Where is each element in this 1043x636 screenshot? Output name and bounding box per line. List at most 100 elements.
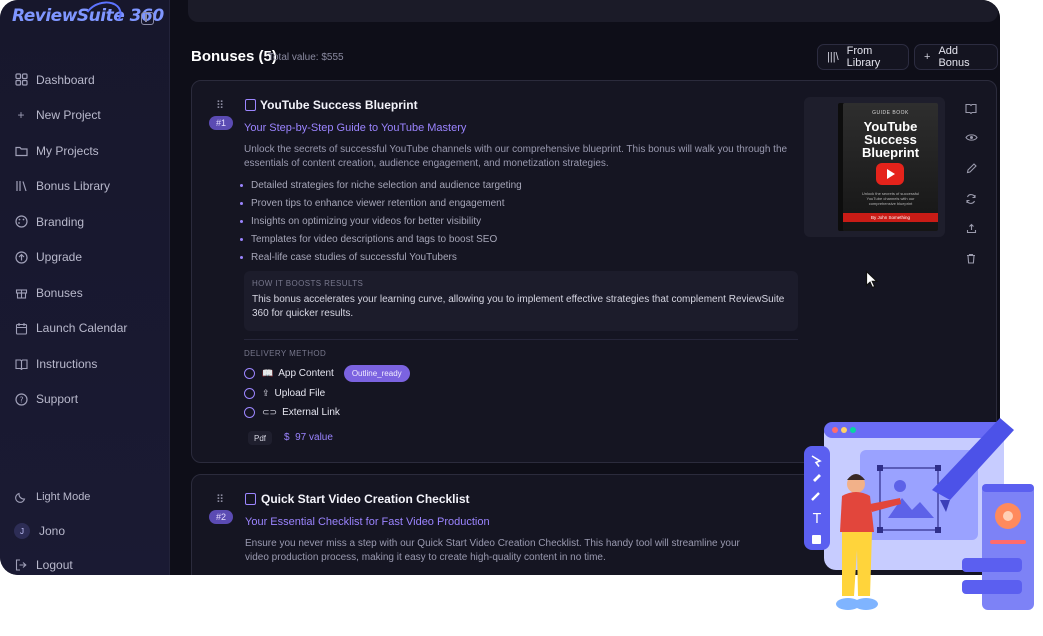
card-actions: [964, 103, 978, 283]
bonus-subtitle: Your Essential Checklist for Fast Video …: [245, 516, 490, 528]
sidebar-item-label: Upgrade: [36, 250, 83, 265]
sidebar-item-label: Branding: [36, 214, 85, 229]
sidebar-item-label: Launch Calendar: [36, 321, 128, 336]
folder-icon: [14, 144, 28, 158]
delivery-option-upload-file[interactable]: ⇪ Upload File: [244, 388, 325, 399]
bonus-description: Unlock the secrets of successful YouTube…: [244, 144, 788, 169]
moon-icon: [14, 490, 28, 504]
cover-title: YouTube Success Blueprint: [861, 119, 920, 160]
sidebar-item-my-projects[interactable]: My Projects: [0, 133, 170, 169]
list-item: Detailed strategies for niche selection …: [240, 177, 522, 195]
radio-button[interactable]: [244, 388, 255, 399]
help-circle-icon: ?: [14, 392, 28, 406]
sidebar-item-branding[interactable]: Branding: [0, 204, 170, 240]
gift-icon: [14, 286, 28, 300]
mouse-cursor-icon: [865, 270, 879, 295]
share-icon[interactable]: [964, 223, 978, 253]
list-item: Proven tips to enhance viewer retention …: [240, 195, 522, 213]
total-value: Total value: $555: [268, 52, 344, 63]
sidebar-item-label: Instructions: [36, 356, 98, 371]
sidebar: ReviewSuite 360 Dashboard + New Project …: [0, 0, 170, 575]
radio-button[interactable]: [244, 368, 255, 379]
sidebar-item-upgrade[interactable]: Upgrade: [0, 240, 170, 276]
add-bonus-button[interactable]: + Add Bonus: [914, 44, 998, 70]
library-icon: |||\: [827, 51, 839, 63]
dollar-icon: $: [284, 432, 296, 443]
sidebar-item-instructions[interactable]: Instructions: [0, 346, 170, 382]
eye-icon[interactable]: [964, 133, 978, 163]
delivery-method-label: DELIVERY METHOD: [244, 349, 327, 358]
bonus-value-label: 97 value: [295, 432, 333, 443]
delivery-option-app-content[interactable]: 📖 App Content Outline_ready: [244, 365, 410, 382]
plus-icon: +: [924, 51, 931, 63]
svg-text:?: ?: [19, 395, 23, 404]
cover-blurb: Unlock the secrets of successful YouTube…: [861, 191, 920, 206]
add-bonus-label: Add Bonus: [938, 45, 970, 69]
sidebar-item-label: Support: [36, 392, 79, 407]
user-menu[interactable]: J Jono: [0, 514, 170, 548]
radio-button[interactable]: [244, 407, 255, 418]
previous-section-card: [188, 0, 998, 22]
drag-handle-icon[interactable]: ⠿: [216, 493, 225, 506]
document-icon: [245, 99, 256, 111]
bonus-number-badge: #2: [209, 510, 234, 524]
format-badge: Pdf: [248, 431, 273, 445]
palette-icon: [14, 215, 28, 229]
book-cover-image: GUIDE BOOK YouTube Success Blueprint Unl…: [843, 103, 938, 231]
collapse-sidebar-icon[interactable]: [141, 12, 154, 25]
sidebar-item-label: Bonuses: [36, 285, 83, 300]
book-open-icon: 📖: [262, 368, 274, 378]
logout-label: Logout: [36, 558, 73, 572]
sidebar-item-dashboard[interactable]: Dashboard: [0, 62, 170, 98]
drag-handle-icon[interactable]: ⠿: [216, 99, 225, 112]
bonus-description: Ensure you never miss a step with our Qu…: [245, 538, 740, 563]
divider: [244, 339, 798, 340]
delivery-option-label: Upload File: [274, 388, 326, 399]
trash-icon[interactable]: [964, 253, 978, 283]
light-mode-label: Light Mode: [36, 491, 91, 503]
boost-label: HOW IT BOOSTS RESULTS: [252, 279, 364, 288]
logout-button[interactable]: Logout: [0, 548, 170, 575]
book-open-icon[interactable]: [964, 103, 978, 133]
avatar: J: [14, 523, 30, 539]
boost-box: HOW IT BOOSTS RESULTS This bonus acceler…: [244, 271, 798, 331]
sidebar-item-label: Dashboard: [36, 72, 95, 87]
cover-guide-text: GUIDE BOOK: [872, 110, 909, 116]
upload-icon: ⇪: [262, 388, 270, 398]
library-icon: [14, 179, 28, 193]
from-library-button[interactable]: |||\ From Library: [817, 44, 909, 70]
sidebar-item-support[interactable]: ? Support: [0, 382, 170, 418]
list-item: Templates for video descriptions and tag…: [240, 230, 522, 248]
cover-author: By John Something: [843, 213, 938, 222]
sidebar-item-bonus-library[interactable]: Bonus Library: [0, 169, 170, 205]
delivery-option-label: External Link: [282, 407, 340, 418]
bonus-value: $ 97 value: [284, 432, 333, 443]
sidebar-item-new-project[interactable]: + New Project: [0, 98, 170, 134]
light-mode-toggle[interactable]: Light Mode: [0, 480, 170, 514]
refresh-icon[interactable]: [964, 193, 978, 223]
bonus-subtitle: Your Step-by-Step Guide to YouTube Maste…: [244, 122, 467, 134]
user-name: Jono: [39, 524, 66, 538]
design-illustration: T: [800, 400, 1043, 631]
sidebar-item-label: Bonus Library: [36, 179, 111, 194]
play-icon: [876, 163, 904, 185]
bonus-bullets: Detailed strategies for niche selection …: [240, 177, 522, 266]
delivery-option-external-link[interactable]: ⊂⊃ External Link: [244, 407, 340, 418]
pencil-icon[interactable]: [964, 163, 978, 193]
calendar-icon: [14, 321, 28, 335]
link-icon: ⊂⊃: [262, 407, 278, 417]
bonus-title[interactable]: YouTube Success Blueprint: [260, 98, 418, 112]
arrow-up-circle-icon: [14, 250, 28, 264]
dashboard-icon: [14, 73, 28, 87]
sidebar-item-bonuses[interactable]: Bonuses: [0, 275, 170, 311]
bonus-title[interactable]: Quick Start Video Creation Checklist: [261, 492, 470, 506]
page-title: Bonuses (5): [191, 48, 277, 65]
sidebar-footer: Light Mode J Jono Logout: [0, 480, 170, 575]
sidebar-item-launch-calendar[interactable]: Launch Calendar: [0, 311, 170, 347]
status-badge: Outline_ready: [343, 365, 410, 382]
book-icon: [14, 357, 28, 371]
delivery-option-label: App Content: [278, 368, 334, 379]
sidebar-nav: Dashboard + New Project My Projects Bonu…: [0, 62, 170, 417]
checkbox-icon: [245, 493, 256, 505]
list-item: Insights on optimizing your videos for b…: [240, 213, 522, 231]
